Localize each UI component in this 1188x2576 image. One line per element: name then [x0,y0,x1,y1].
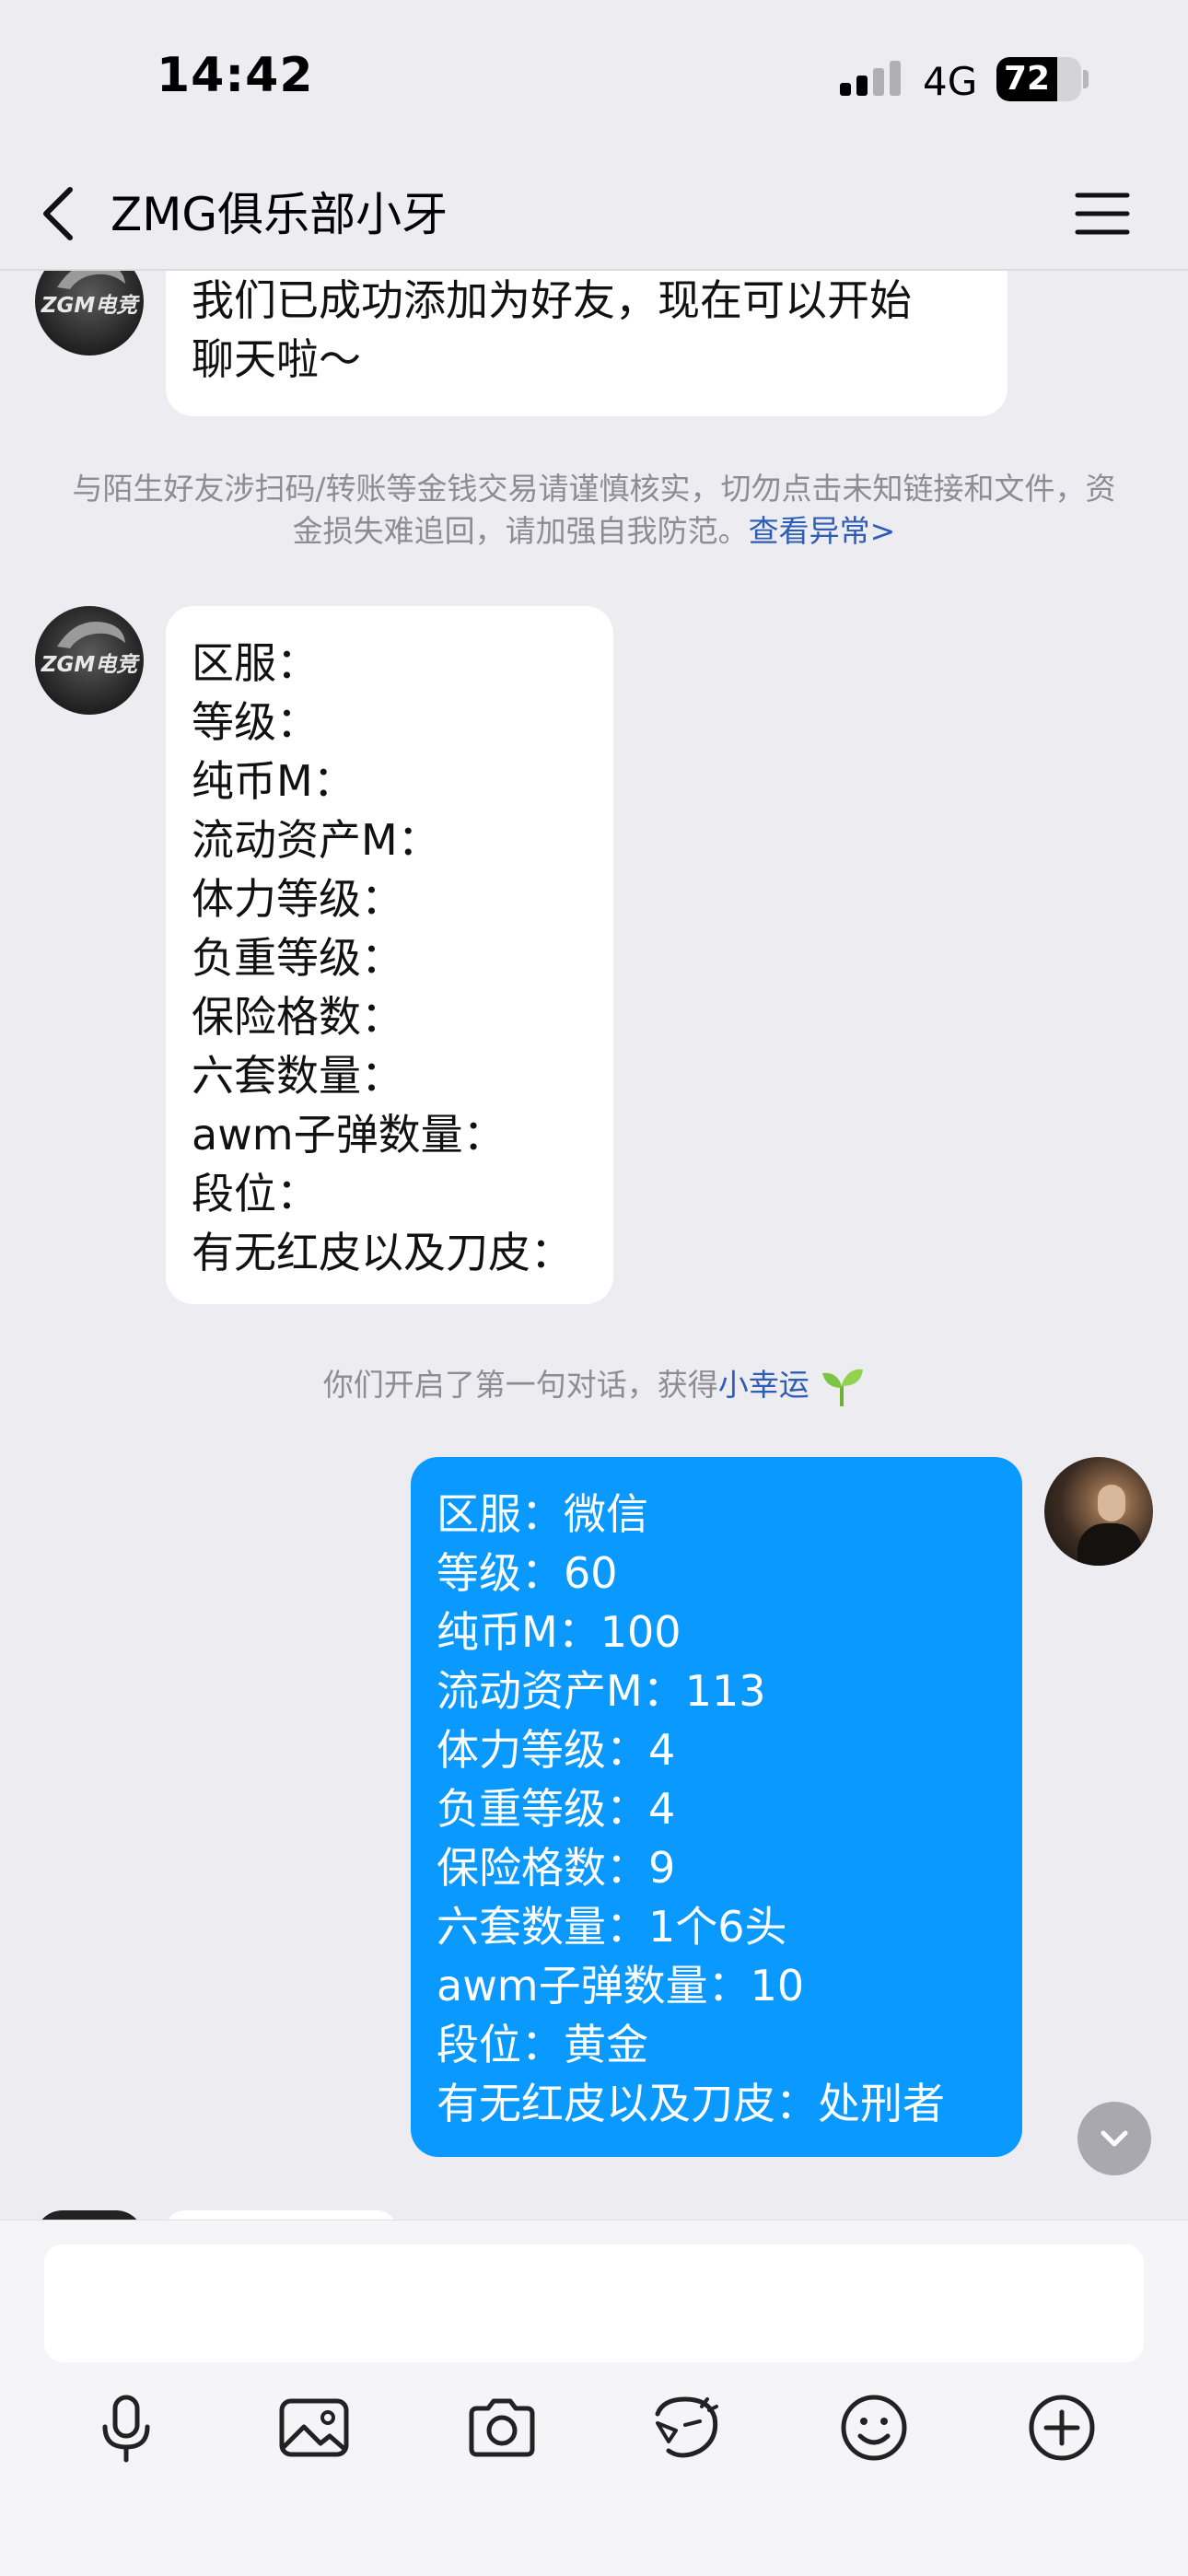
template-field-line: 段位： [192,1169,319,1218]
hamburger-menu-icon[interactable] [1074,190,1131,238]
photo-button[interactable] [273,2386,355,2469]
voice-button[interactable] [85,2386,168,2469]
sticker-button[interactable] [645,2386,728,2469]
reply-field-line: 负重等级：4 [437,1784,676,1834]
reply-field-line: 纯币M：100 [437,1607,681,1657]
emoji-button[interactable] [833,2386,915,2469]
contact-avatar[interactable]: ZGM电竞 [35,606,144,715]
reply-field-line: 流动资产M：113 [437,1666,766,1716]
template-field-line: 保险格数： [192,992,403,1042]
reply-field-line: 六套数量：1个6头 [437,1902,787,1952]
avatar-logo-text: ZGM电竞 [41,294,138,318]
view-anomaly-link[interactable]: 查看异常> [749,513,896,549]
camera-button[interactable] [460,2386,543,2469]
template-field-line: 六套数量： [192,1051,403,1101]
battery-level: 72 [1003,60,1051,98]
template-field-line: awm子弹数量： [192,1110,506,1160]
reply-field-line: 体力等级：4 [437,1725,676,1775]
message-bubble-template[interactable]: 区服： 等级： 纯币M： 流动资产M： 体力等级： 负重等级： 保险格数： 六套数量： awm子… [166,606,613,1304]
status-bar: 14:42 4G 72 [0,0,1188,157]
template-field-line: 有无红皮以及刀皮： [192,1228,573,1277]
battery-icon: 72 [996,57,1081,101]
reply-field-line: 区服：微信 [437,1489,648,1539]
cellular-signal-icon [840,61,901,96]
message-line: 我们已成功添加为好友，现在可以开始 [192,275,912,325]
camera-icon [469,2398,535,2457]
template-field-line: 等级： [192,697,319,747]
avatar-logo-text: ZGM电竞 [41,653,138,677]
nav-bar: ZMG俱乐部小牙 [0,157,1188,271]
template-field-line: 流动资产M： [192,815,440,865]
network-type: 4G [923,59,978,104]
microphone-icon [102,2395,150,2463]
message-input[interactable] [44,2244,1144,2362]
plus-icon [1029,2395,1095,2461]
status-time: 14:42 [157,48,314,103]
security-notice-text: 与陌生好友涉扫码/转账等金钱交易请谨慎核实，切勿点击未知链接和文件，资金损失难追… [72,471,1116,549]
template-field-line: 负重等级： [192,933,403,983]
battery-tip [1083,70,1089,88]
message-bubble-reply[interactable]: 区服：微信等级：60 纯币M：100 流动资产M：113 体力等级：4 负重等级：4 保险… [411,1457,1022,2157]
template-field-line: 区服： [192,638,319,688]
sticker-icon [655,2396,718,2458]
user-avatar-body [1077,1523,1142,1566]
template-field-line: 体力等级： [192,874,403,924]
user-avatar[interactable] [1044,1457,1153,1566]
sprout-icon [822,1369,864,1406]
user-avatar-face [1098,1485,1125,1521]
chat-title: ZMG俱乐部小牙 [111,188,448,241]
message-line: 聊天啦～ [192,334,361,384]
system-message-text: 你们开启了第一句对话，获得 [322,1367,718,1403]
security-notice: 与陌生好友涉扫码/转账等金钱交易请谨慎核实，切勿点击未知链接和文件，资金损失难追… [64,468,1124,553]
reply-field-line: 有无红皮以及刀皮：处刑者 [437,2079,945,2128]
input-panel [0,2220,1188,2576]
image-icon [279,2398,349,2457]
reply-field-line: 等级：60 [437,1548,618,1598]
chevron-left-icon[interactable] [35,177,81,251]
reply-field-line: awm子弹数量：10 [437,1961,805,2011]
chevron-down-icon [1101,2130,1128,2147]
lucky-link[interactable]: 小幸运 [718,1367,809,1403]
emoji-icon [841,2395,907,2461]
template-field-line: 纯币M： [192,756,355,806]
system-message: 你们开启了第一句对话，获得小幸运 [0,1361,1188,1409]
more-button[interactable] [1020,2386,1103,2469]
scroll-to-bottom-button[interactable] [1077,2102,1151,2175]
reply-field-line: 保险格数：9 [437,1843,676,1893]
reply-field-line: 段位：黄金 [437,2020,648,2069]
